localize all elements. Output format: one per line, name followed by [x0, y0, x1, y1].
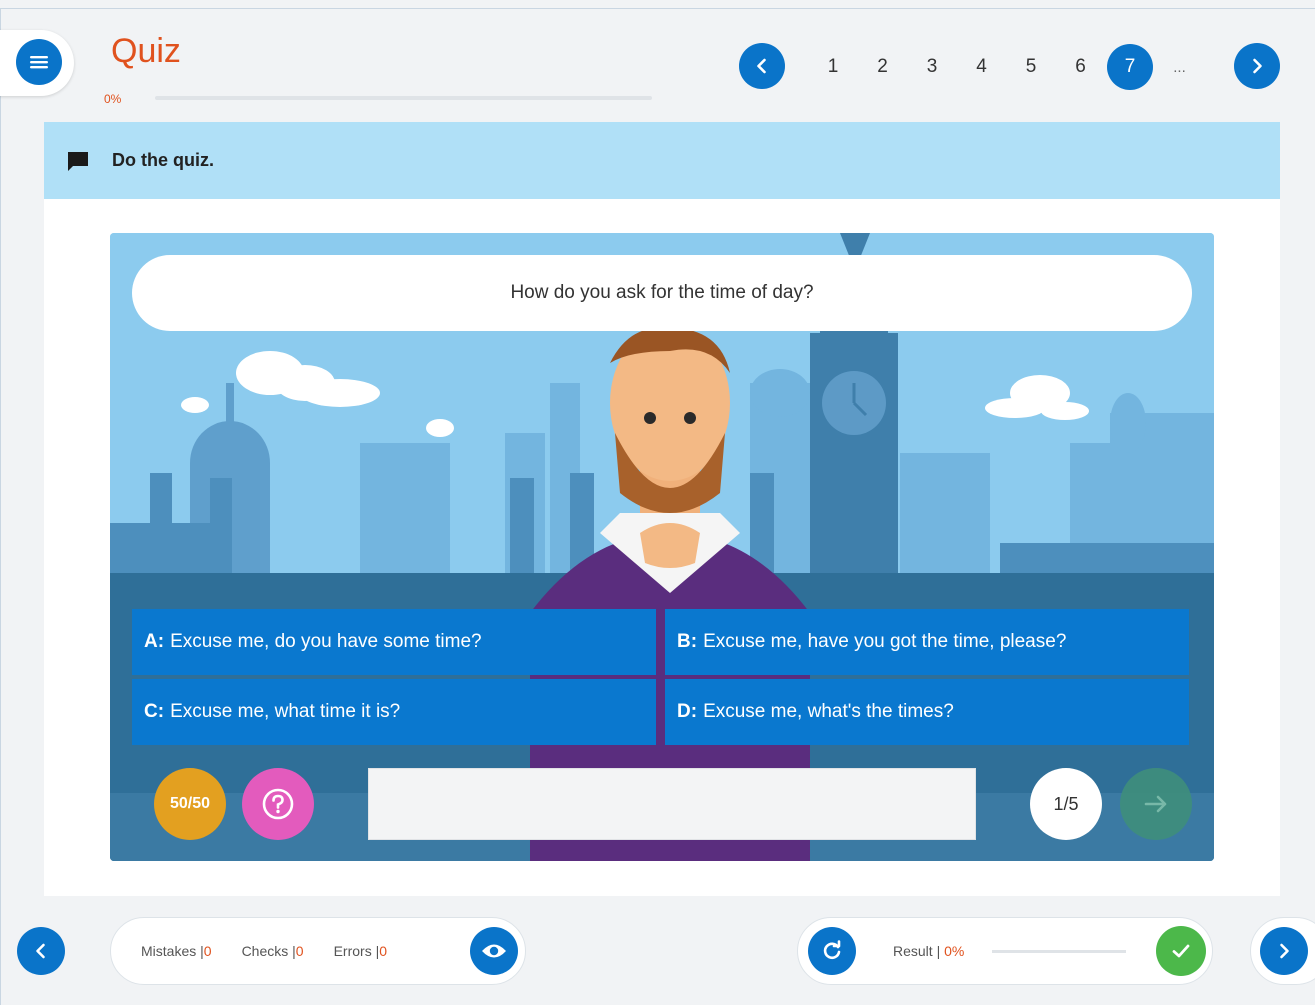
page-number-3[interactable]: 3: [909, 44, 955, 90]
page-title: Quiz: [111, 32, 181, 70]
stat-label: Errors |: [333, 943, 380, 959]
answer-a-button[interactable]: A: Excuse me, do you have some time?: [132, 609, 656, 675]
page-number-1[interactable]: 1: [810, 44, 856, 90]
page-number-6[interactable]: 6: [1058, 44, 1104, 90]
menu-container: [0, 30, 74, 96]
question-counter: 1/5: [1030, 768, 1102, 840]
stat-label: Checks |: [241, 943, 296, 959]
hamburger-icon: [30, 56, 48, 69]
menu-button[interactable]: [16, 39, 62, 85]
page-number-5[interactable]: 5: [1008, 44, 1054, 90]
answer-d-button[interactable]: D: Excuse me, what's the times?: [665, 679, 1189, 745]
speech-bubble-icon: [68, 151, 88, 171]
answer-letter: A:: [144, 631, 165, 652]
answer-letter: C:: [144, 701, 165, 722]
answer-text: Excuse me, do you have some time?: [170, 631, 482, 652]
errors-stat: Errors |0: [334, 943, 387, 959]
stat-value: 0: [295, 943, 304, 959]
hint-button[interactable]: [242, 768, 314, 840]
result-label: Result |: [893, 943, 941, 959]
eye-icon: [482, 944, 506, 958]
mistakes-stat: Mistakes |0: [141, 943, 212, 959]
page-number-7[interactable]: 7: [1107, 44, 1153, 90]
page-ellipsis[interactable]: ...: [1157, 44, 1203, 90]
result-text: Result | 0%: [893, 943, 964, 959]
page-number-4[interactable]: 4: [959, 44, 1005, 90]
instruction-text: Do the quiz.: [112, 150, 214, 170]
next-question-button[interactable]: [1120, 768, 1192, 840]
check-answers-button[interactable]: [1156, 926, 1206, 976]
quiz-scene: How do you ask for the time of day? A: E…: [110, 233, 1214, 861]
stat-value: 0: [379, 943, 388, 959]
stat-value: 0: [203, 943, 212, 959]
answer-letter: D:: [677, 701, 698, 722]
next-exercise-button[interactable]: [1260, 927, 1308, 975]
answer-text: Excuse me, what time it is?: [170, 701, 401, 722]
answer-text: Excuse me, have you got the time, please…: [703, 631, 1067, 652]
answer-text: Excuse me, what's the times?: [703, 701, 954, 722]
show-answers-button[interactable]: [470, 927, 518, 975]
page-number-2[interactable]: 2: [860, 44, 906, 90]
arrow-right-icon: [1144, 795, 1167, 813]
fifty-fifty-button[interactable]: 50/50: [154, 768, 226, 840]
instruction-bar: Do the quiz.: [44, 122, 1280, 199]
stats-panel: Mistakes |0 Checks |0 Errors |0: [110, 917, 526, 985]
question-text: How do you ask for the time of day?: [132, 255, 1192, 331]
stat-label: Mistakes |: [141, 943, 204, 959]
previous-page-button[interactable]: [739, 43, 785, 89]
chevron-left-icon: [757, 58, 766, 74]
chevron-right-icon: [1280, 943, 1289, 959]
pagination: 1 2 3 4 5 6 7...: [810, 44, 1206, 90]
result-value: 0%: [944, 943, 965, 959]
checks-stat: Checks |0: [242, 943, 304, 959]
refresh-icon: [823, 940, 841, 960]
answer-b-button[interactable]: B: Excuse me, have you got the time, ple…: [665, 609, 1189, 675]
answer-c-button[interactable]: C: Excuse me, what time it is?: [132, 679, 656, 745]
answer-letter: B:: [677, 631, 698, 652]
checkmark-icon: [1172, 944, 1190, 958]
previous-exercise-button[interactable]: [17, 927, 65, 975]
question-mark-icon: [262, 788, 294, 820]
progress-bar: [155, 96, 652, 100]
progress-percent: 0%: [104, 92, 122, 106]
answer-feedback-box: [368, 768, 976, 840]
reset-button[interactable]: [808, 927, 856, 975]
chevron-left-icon: [36, 943, 45, 959]
exercise-card: Do the quiz. How do you ask for the time…: [44, 122, 1280, 896]
result-progress-bar: [992, 950, 1126, 953]
chevron-right-icon: [1253, 58, 1262, 74]
next-page-button[interactable]: [1234, 43, 1280, 89]
